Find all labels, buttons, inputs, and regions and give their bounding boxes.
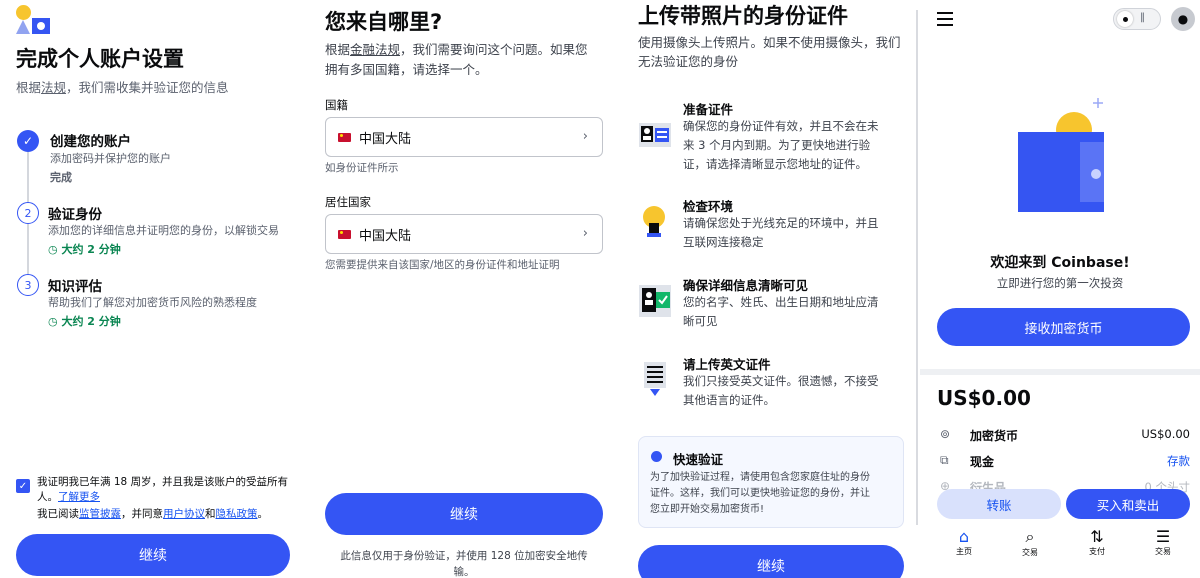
residence-value: 中国大陆 — [359, 228, 412, 244]
record-icon — [1123, 17, 1128, 22]
privacy-policy-link[interactable]: 隐私政策 — [216, 508, 258, 520]
account-setup-screen: 完成个人账户设置 根据法规，我们需收集并验证您的信息 ✓ 创建您的账户 添加密码… — [0, 0, 305, 578]
step-title[interactable]: 知识评估 — [48, 275, 102, 295]
step-desc: 添加您的详细信息并证明您的身份，以解锁交易 — [48, 224, 279, 237]
item-title: 准备证件 — [683, 102, 734, 117]
crypto-value: US$0.00 — [1141, 427, 1190, 441]
welcome-title: 欢迎来到 Coinbase! — [990, 255, 1130, 271]
document-upload-icon — [642, 360, 668, 402]
nationality-hint: 如身份证件所示 — [325, 162, 399, 174]
id-card-icon — [638, 118, 672, 156]
logo-circle-icon — [16, 5, 31, 20]
page-desc: 根据金融法规，我们需要询问这个问题。如果您 拥有多国国籍，请选择一个。 — [325, 42, 588, 77]
china-flag-icon — [338, 229, 351, 239]
financial-regulations-link[interactable]: 金融法规 — [350, 42, 400, 57]
page-subtitle: 根据法规，我们需收集并验证您的信息 — [16, 80, 229, 95]
coinbase-home-screen: ‖ ● 欢迎来到 Coinbase! 立即进行您的第一次投资 接收加密货币 US… — [920, 0, 1200, 578]
step-complete-icon: ✓ — [17, 130, 39, 152]
buy-sell-button[interactable]: 买入和卖出 — [1066, 489, 1190, 519]
residence-hint: 您需要提供来自该国家/地区的身份证件和地址证明 — [325, 259, 560, 271]
welcome-subtitle: 立即进行您的第一次投资 — [996, 276, 1124, 290]
notice-body: 为了加快验证过程，请使用包含您家庭住址的身份 证件。这样，我们可以更快地验证您的身… — [650, 472, 870, 515]
item-title: 检查环境 — [683, 199, 734, 214]
item-desc: 请确保您处于光线充足的环境中，并且 互联网连接稳定 — [683, 216, 879, 249]
age-confirm-checkbox[interactable]: ✓ — [16, 479, 30, 493]
section-divider — [920, 369, 1200, 375]
continue-button[interactable]: 继续 — [638, 545, 904, 578]
step-connector — [27, 152, 29, 204]
nationality-label: 国籍 — [325, 98, 348, 112]
page-desc: 使用摄像头上传照片。如果不使用摄像头，我们 无法验证您的身份 — [638, 35, 901, 69]
avatar[interactable]: ● — [1171, 7, 1195, 31]
clock-icon — [651, 451, 662, 462]
step-time: ◷ 大约 2 分钟 — [48, 315, 121, 328]
continue-button[interactable]: 继续 — [325, 493, 603, 535]
cash-icon: ⧉ — [940, 453, 949, 467]
residence-select[interactable]: 中国大陆 › — [325, 214, 603, 254]
cash-label[interactable]: 现金 — [970, 453, 994, 470]
crypto-icon: ⊚ — [940, 427, 951, 441]
clock-icon: ◷ — [48, 243, 58, 256]
step-desc: 帮助我们了解您对加密货币风险的熟悉程度 — [48, 296, 257, 309]
page-title: 您来自哪里? — [325, 10, 443, 34]
country-selection-screen: 您来自哪里? 根据金融法规，我们需要询问这个问题。如果您 拥有多国国籍，请选择一… — [315, 0, 615, 578]
deposit-link[interactable]: 存款 — [1167, 453, 1190, 469]
item-desc: 我们只接受英文证件。很遗憾，不接受 其他语言的证件。 — [683, 374, 879, 407]
step-desc: 添加密码并保护您的账户 — [50, 152, 171, 165]
menu-icon[interactable] — [937, 12, 953, 26]
nationality-value: 中国大陆 — [359, 131, 412, 147]
quick-verify-notice: 快速验证 为了加快验证过程，请使用包含您家庭住址的身份 证件。这样，我们可以更快地… — [638, 436, 904, 528]
page-title: 上传带照片的身份证件 — [638, 4, 848, 28]
nationality-select[interactable]: 中国大陆 › — [325, 117, 603, 157]
consent-text: 我证明我已年满 18 周岁，并且我是该账户的受益所有 人。了解更多 — [37, 476, 289, 503]
nav-trade[interactable]: ⌕ 交易 — [1010, 527, 1050, 558]
chevron-right-icon: › — [582, 226, 588, 241]
item-desc: 确保您的身份证件有效，并且不会在未来 3 个月内到期。为了更快地进行验 证，请选择… — [683, 119, 879, 171]
chart-icon: ‖ — [1140, 12, 1145, 23]
step-connector — [27, 224, 29, 274]
step-title[interactable]: 验证身份 — [48, 203, 102, 223]
regulatory-disclosure-link[interactable]: 监管披露 — [79, 508, 121, 520]
nav-pay[interactable]: ⇅ 支付 — [1077, 527, 1117, 557]
agreement-text: 我已阅读监管披露，并同意用户协议和隐私政策。 — [37, 508, 268, 520]
mode-toggle[interactable]: ‖ — [1113, 8, 1161, 30]
crypto-label[interactable]: 加密货币 — [970, 427, 1018, 444]
security-footer: 此信息仅用于身份验证，并使用 128 位加密安全地传 输。 — [340, 550, 588, 578]
nav-transactions[interactable]: ☰ 交易 — [1143, 527, 1183, 557]
home-icon: ⌂ — [958, 527, 970, 546]
logo-square-icon — [32, 18, 50, 34]
transactions-icon: ☰ — [1155, 527, 1171, 546]
total-balance: US$0.00 — [937, 386, 1031, 410]
step-number: 2 — [17, 202, 39, 224]
receive-crypto-button[interactable]: 接收加密货币 — [937, 308, 1190, 346]
residence-label: 居住国家 — [325, 195, 371, 209]
item-title: 确保详细信息清晰可见 — [683, 278, 809, 293]
clock-icon: ◷ — [48, 315, 58, 328]
transfer-button[interactable]: 转账 — [937, 489, 1061, 519]
page-title: 完成个人账户设置 — [16, 47, 184, 71]
regulations-link[interactable]: 法规 — [41, 80, 66, 95]
step-number: 3 — [17, 274, 39, 296]
item-desc: 您的名字、姓氏、出生日期和地址应清 晰可见 — [683, 295, 879, 328]
learn-more-link[interactable]: 了解更多 — [58, 491, 100, 503]
lightbulb-icon — [640, 205, 668, 245]
china-flag-icon — [338, 132, 351, 142]
item-title: 请上传英文证件 — [683, 357, 771, 372]
id-verified-icon — [638, 284, 672, 322]
notice-title: 快速验证 — [673, 452, 724, 467]
step-status: 完成 — [50, 171, 72, 184]
search-trade-icon: ⌕ — [1025, 527, 1035, 546]
step-time: ◷ 大约 2 分钟 — [48, 243, 121, 256]
wallet-illustration-icon — [1016, 96, 1112, 220]
pay-icon: ⇅ — [1090, 527, 1104, 546]
panel-divider — [916, 10, 918, 525]
chevron-right-icon: › — [582, 129, 588, 144]
nav-home[interactable]: ⌂ 主页 — [944, 527, 984, 557]
continue-button[interactable]: 继续 — [16, 534, 290, 576]
logo-triangle-icon — [16, 20, 30, 34]
user-agreement-link[interactable]: 用户协议 — [163, 508, 205, 520]
step-title: 创建您的账户 — [50, 134, 131, 150]
